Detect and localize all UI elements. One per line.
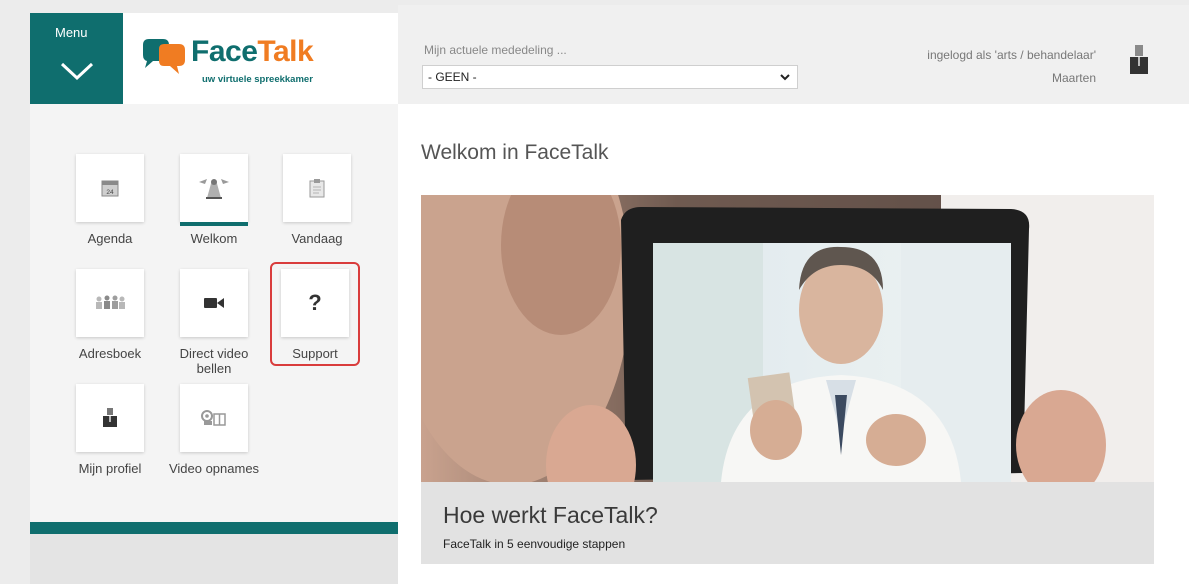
tile-vandaag-box[interactable]: [283, 154, 351, 222]
tile-adresboek-box[interactable]: [76, 269, 144, 337]
clipboard-icon: [309, 179, 325, 198]
page-title: Welkom in FaceTalk: [421, 141, 609, 164]
tile-welkom[interactable]: Welkom: [164, 154, 264, 246]
video-camera-icon: [204, 298, 224, 308]
tile-direct-video-label: Direct video bellen: [179, 346, 249, 376]
video-recording-icon: [201, 410, 226, 426]
welcome-icon: [199, 179, 229, 199]
tile-vandaag[interactable]: Vandaag: [267, 154, 367, 246]
tile-adresboek-label: Adresboek: [78, 346, 142, 361]
logo-tagline: uw virtuele spreekkamer: [202, 74, 313, 85]
notice-label: Mijn actuele mededeling ...: [424, 43, 567, 57]
profile-icon: [103, 408, 117, 427]
tile-welkom-box[interactable]: [180, 154, 248, 226]
user-avatar-icon[interactable]: [1129, 45, 1149, 75]
tile-mijn-profiel-label: Mijn profiel: [78, 461, 142, 476]
tile-video-opnames-label: Video opnames: [168, 461, 260, 476]
tile-direct-video[interactable]: Direct video bellen: [164, 269, 264, 376]
logo-name-part2: Talk: [257, 35, 314, 68]
speech-bubbles-logo-icon: [143, 39, 185, 74]
notice-select[interactable]: - GEEN -: [422, 65, 798, 89]
tile-vandaag-label: Vandaag: [291, 231, 343, 246]
calendar-icon: 24: [101, 180, 119, 197]
tile-agenda-box[interactable]: 24: [76, 154, 144, 222]
tile-agenda-label: Agenda: [87, 231, 133, 246]
contacts-icon: [96, 295, 125, 309]
tile-mijn-profiel[interactable]: Mijn profiel: [60, 384, 160, 476]
tile-mijn-profiel-box[interactable]: [76, 384, 144, 452]
facetalk-logo[interactable]: FaceTalk uw virtuele spreekkamer: [123, 13, 398, 104]
main-content: Welkom in FaceTalk Hoe werkt FaceTalk? F…: [398, 104, 1189, 584]
tile-video-opnames[interactable]: Video opnames: [164, 384, 264, 476]
left-panel-footer: [30, 534, 398, 584]
card-subtitle: FaceTalk in 5 eenvoudige stappen: [443, 537, 626, 551]
tile-video-opnames-box[interactable]: [180, 384, 248, 452]
calendar-day: 24: [106, 189, 114, 196]
tile-adresboek[interactable]: Adresboek: [60, 269, 160, 361]
menu-label: Menu: [55, 25, 88, 40]
support-highlight-outline: [270, 262, 360, 366]
logo-wordmark: FaceTalk: [191, 35, 314, 69]
left-panel-accent-bar: [30, 522, 398, 534]
menu-button[interactable]: Menu: [30, 13, 123, 104]
top-bar: Mijn actuele mededeling ... - GEEN - ing…: [398, 5, 1189, 104]
notice-select-value: - GEEN -: [428, 70, 477, 84]
chevron-down-icon: [60, 62, 94, 81]
tile-direct-video-box[interactable]: [180, 269, 248, 337]
tile-welkom-label: Welkom: [190, 231, 238, 246]
login-role-text: ingelogd als 'arts / behandelaar': [927, 48, 1096, 62]
hero-illustration: [421, 195, 1154, 482]
logo-name-part1: Face: [191, 35, 258, 68]
how-it-works-card[interactable]: Hoe werkt FaceTalk? FaceTalk in 5 eenvou…: [421, 482, 1154, 564]
tile-agenda[interactable]: 24 Agenda: [60, 154, 160, 246]
user-name[interactable]: Maarten: [1052, 71, 1096, 85]
card-title: Hoe werkt FaceTalk?: [443, 502, 658, 528]
hero-image-tablet-video-call[interactable]: [421, 195, 1154, 482]
chevron-down-icon: [780, 74, 790, 81]
